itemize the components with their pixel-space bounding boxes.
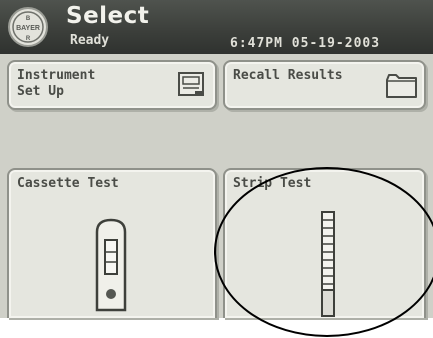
- instrument-setup-button[interactable]: Instrument Set Up: [7, 60, 217, 110]
- folder-icon: [386, 74, 417, 98]
- header-bar: BAYER B R Select Ready 6:47PM 05-19-2003: [0, 0, 433, 54]
- svg-text:BAYER: BAYER: [16, 25, 40, 32]
- svg-text:B: B: [26, 16, 31, 22]
- status-text: Ready: [70, 33, 110, 48]
- page-title: Select: [66, 3, 150, 29]
- cassette-icon: [95, 218, 127, 312]
- cassette-test-label: Cassette Test: [17, 176, 119, 191]
- test-strip-icon: [321, 211, 335, 317]
- recall-results-button[interactable]: Recall Results: [223, 60, 426, 110]
- device-screen: BAYER B R Select Ready 6:47PM 05-19-2003…: [0, 0, 433, 337]
- recall-results-label: Recall Results: [233, 68, 343, 83]
- instrument-setup-label-line2: Set Up: [17, 84, 64, 99]
- strip-test-label: Strip Test: [233, 176, 312, 191]
- bayer-logo-icon: BAYER B R: [8, 7, 48, 47]
- instrument-setup-label: Instrument Set Up: [17, 68, 95, 100]
- strip-test-button[interactable]: Strip Test: [223, 168, 426, 318]
- instrument-setup-icon: [178, 72, 204, 96]
- svg-text:R: R: [26, 36, 31, 42]
- instrument-setup-label-line1: Instrument: [17, 68, 96, 83]
- date-time: 6:47PM 05-19-2003: [230, 36, 381, 51]
- cassette-test-button[interactable]: Cassette Test: [7, 168, 217, 318]
